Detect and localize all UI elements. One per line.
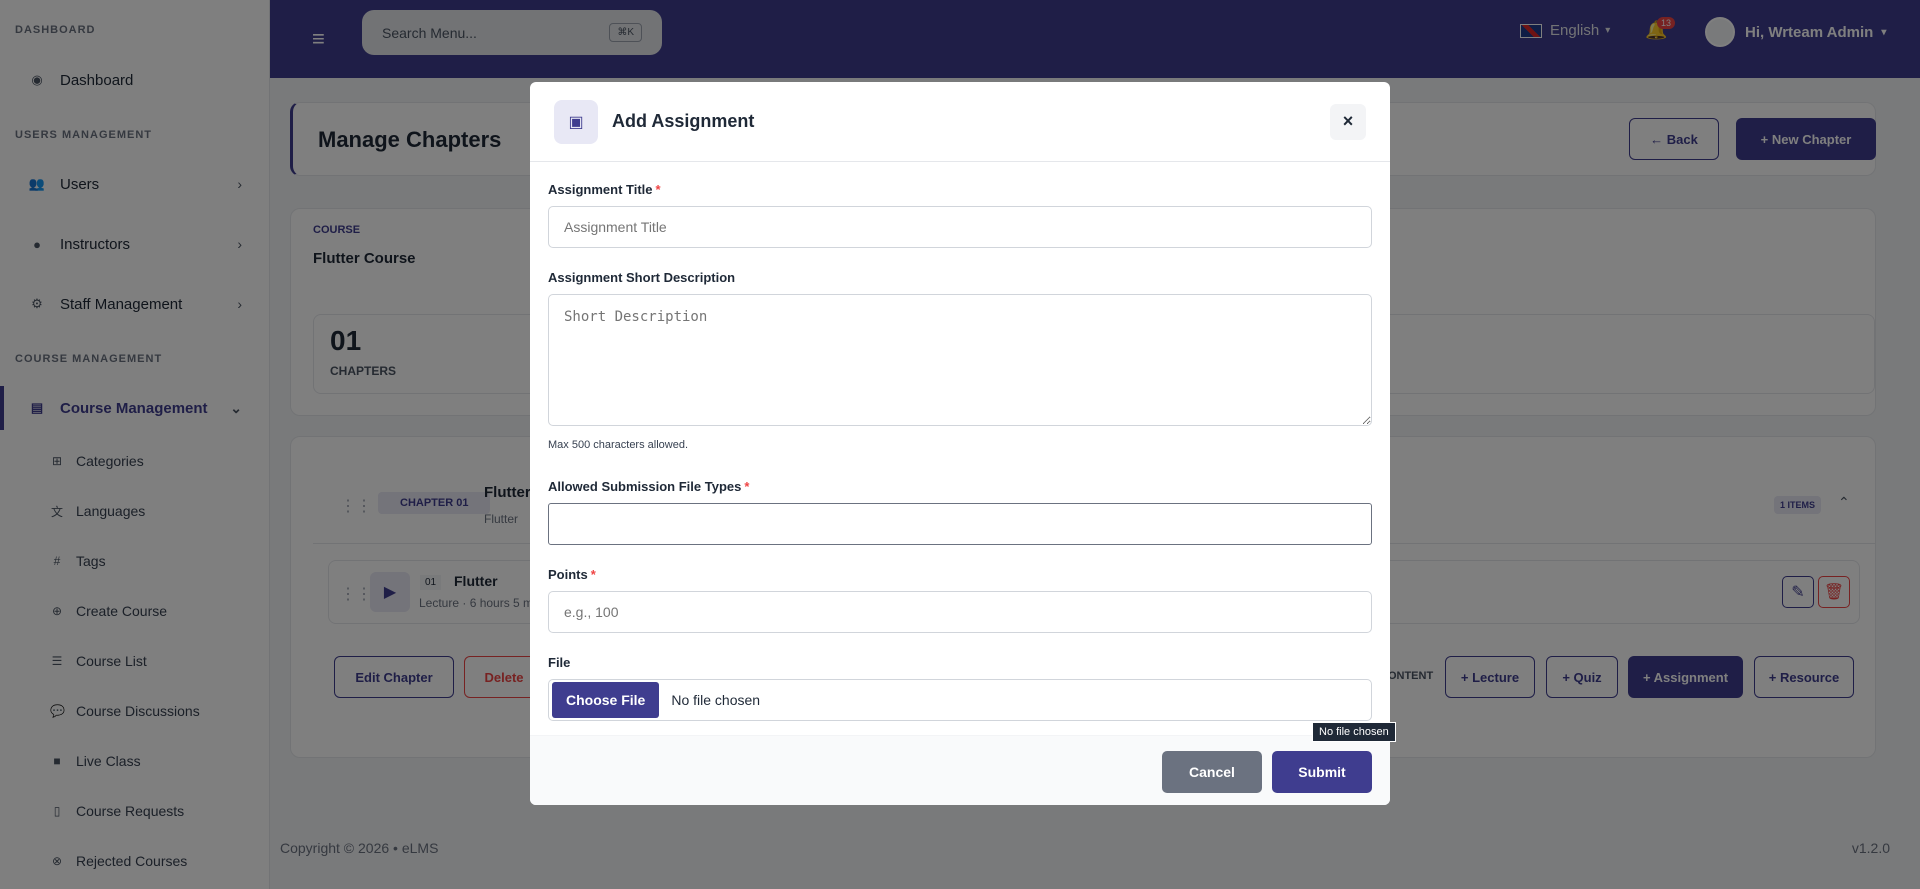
points-input[interactable] <box>548 591 1372 633</box>
description-help: Max 500 characters allowed. <box>548 439 689 451</box>
required-marker: * <box>655 182 661 197</box>
choose-file-button[interactable]: Choose File <box>552 682 660 718</box>
modal-title: Add Assignment <box>612 111 755 131</box>
add-assignment-modal: ▣ Add Assignment × Assignment Title * Ass… <box>530 82 1390 805</box>
assignment-title-input[interactable] <box>548 206 1372 248</box>
modal-header: ▣ Add Assignment × <box>530 82 1390 162</box>
submit-button[interactable]: Submit <box>1272 751 1372 793</box>
required-marker: * <box>590 567 596 582</box>
required-marker: * <box>744 479 750 494</box>
assignment-title-label: Assignment Title * <box>548 182 1372 197</box>
file-types-label: Allowed Submission File Types * <box>548 479 1372 494</box>
label-text: Points <box>548 567 588 582</box>
modal-footer: Cancel Submit <box>530 735 1390 805</box>
points-label: Points * <box>548 567 1372 582</box>
close-button[interactable]: × <box>1330 103 1366 140</box>
file-input[interactable]: Choose File No file chosen <box>548 679 1372 721</box>
file-label: File <box>548 655 571 670</box>
clipboard-icon: ▣ <box>554 99 598 144</box>
description-textarea[interactable] <box>548 294 1372 426</box>
file-types-select[interactable] <box>548 503 1372 545</box>
file-status: No file chosen <box>671 692 761 708</box>
label-text: Allowed Submission File Types <box>548 479 742 494</box>
file-tooltip: No file chosen <box>1312 722 1396 742</box>
close-icon: × <box>1342 111 1354 131</box>
modal-body: Assignment Title* Assignment Short Descr… <box>530 182 1390 721</box>
cancel-button[interactable]: Cancel <box>1162 751 1262 793</box>
label-text: Assignment Title <box>548 182 653 197</box>
description-label: Assignment Short Description <box>548 270 736 285</box>
